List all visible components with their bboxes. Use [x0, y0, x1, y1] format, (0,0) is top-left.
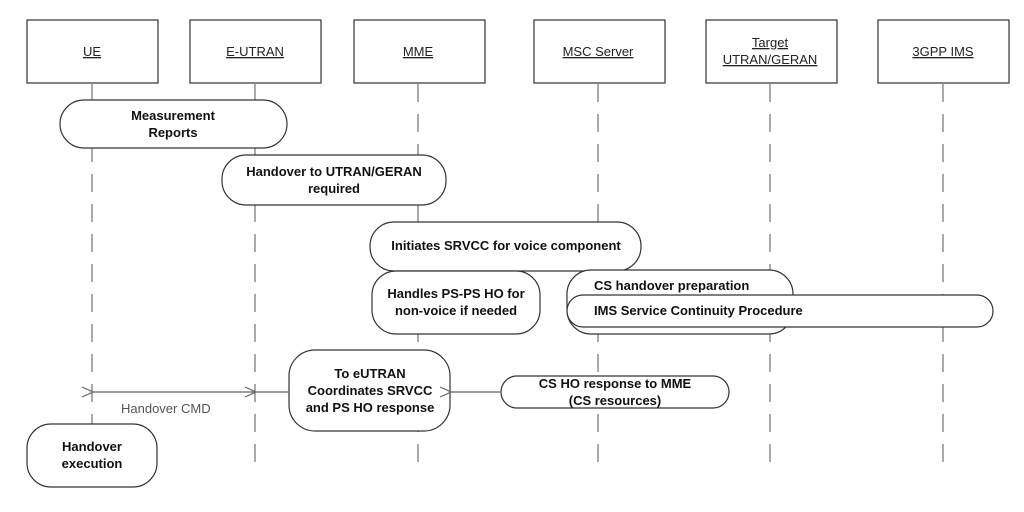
activity-text: Coordinates SRVCC [308, 383, 433, 398]
activity-text: execution [62, 456, 123, 471]
activity-text: To eUTRAN [334, 366, 405, 381]
participant-label: Target [752, 35, 789, 50]
participant-label: E-UTRAN [226, 44, 284, 59]
activity-text: Handover [62, 439, 122, 454]
participant-mme: MME [353, 19, 486, 84]
participant-label: UTRAN/GERAN [723, 52, 818, 67]
participant-label: MME [403, 44, 434, 59]
participant-target-utran-geran: Target UTRAN/GERAN [705, 19, 838, 84]
sequence-diagram: UE E-UTRAN MME MSC Server Target UTRAN/G… [26, 19, 1010, 488]
participant-3gpp-ims: 3GPP IMS [877, 19, 1010, 84]
activity-text: Handles PS-PS HO for [387, 286, 524, 301]
activity-handles-ps-ps-ho: Handles PS-PS HO for non-voice if needed [371, 270, 541, 335]
activity-text: Handover to UTRAN/GERAN [246, 164, 422, 179]
participant-label: MSC Server [563, 44, 634, 59]
participant-label: UE [83, 44, 101, 59]
message-label-handover-cmd: Handover CMD [121, 401, 211, 416]
activity-text: Measurement [131, 108, 215, 123]
activity-text: CS handover preparation [594, 278, 749, 293]
participant-label: 3GPP IMS [912, 44, 974, 59]
activity-text: CS HO response to MME [539, 376, 692, 391]
activity-text: Initiates SRVCC for voice component [391, 238, 621, 253]
activity-text: Reports [148, 125, 197, 140]
activity-ims-service-continuity: IMS Service Continuity Procedure [566, 294, 994, 328]
activity-text: non-voice if needed [395, 303, 517, 318]
activity-text: IMS Service Continuity Procedure [594, 303, 803, 318]
activity-text: and PS HO response [306, 400, 435, 415]
activity-cs-ho-response: CS HO response to MME (CS resources) [500, 375, 730, 409]
participant-eutran: E-UTRAN [189, 19, 322, 84]
activity-initiates-srvcc: Initiates SRVCC for voice component [369, 221, 642, 272]
activity-text: required [308, 181, 360, 196]
participant-msc-server: MSC Server [533, 19, 666, 84]
activity-measurement-reports: Measurement Reports [59, 99, 288, 149]
activity-to-eutran: To eUTRAN Coordinates SRVCC and PS HO re… [288, 349, 451, 432]
activity-text: (CS resources) [569, 393, 661, 408]
participant-ue: UE [26, 19, 159, 84]
activity-handover-required: Handover to UTRAN/GERAN required [221, 154, 447, 206]
activity-handover-execution: Handover execution [26, 423, 158, 488]
